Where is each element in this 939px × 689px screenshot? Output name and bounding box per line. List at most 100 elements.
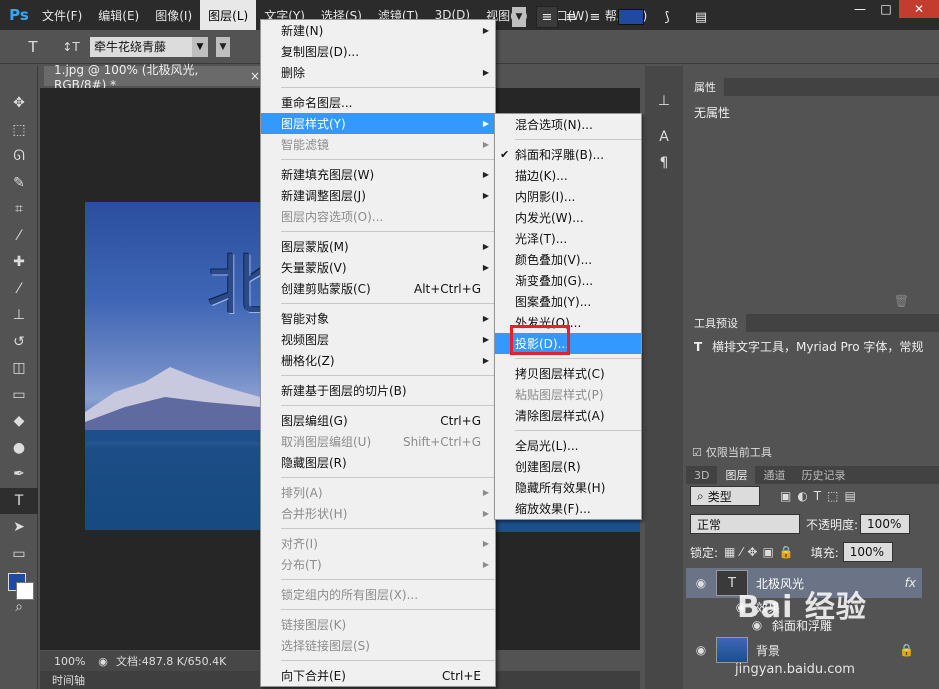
layer-menu-item[interactable]: 新建基于图层的切片(B): [261, 380, 495, 401]
type-tool-icon[interactable]: T: [20, 34, 46, 60]
tab-tool-presets[interactable]: 工具预设: [686, 314, 746, 332]
document-tab[interactable]: 1.jpg @ 100% (北极风光, RGB/8#) * ×: [44, 63, 260, 92]
tab-properties[interactable]: 属性: [686, 78, 724, 96]
shape-tool-icon[interactable]: ▭: [0, 541, 38, 568]
paragraph-icon[interactable]: ¶: [645, 150, 683, 176]
layer-menu-item[interactable]: 矢量蒙版(V) ▶: [261, 257, 495, 278]
layer-menu-item[interactable]: 复制图层(D)...: [261, 41, 495, 62]
layer-menu-item[interactable]: 新建填充图层(W) ▶: [261, 164, 495, 185]
layer-style-menu-item[interactable]: 内阴影(I)...: [495, 186, 641, 207]
move-tool-icon[interactable]: ✥: [0, 90, 38, 117]
status-menu-icon[interactable]: ◉: [90, 655, 116, 668]
layer-style-menu-item[interactable]: 缩放效果(F)...: [495, 498, 641, 519]
layer-style-menu-item[interactable]: ✔ 斜面和浮雕(B)...: [495, 144, 641, 165]
layer-style-menu-item[interactable]: 清除图层样式(A): [495, 405, 641, 426]
tab-channels[interactable]: 通道: [755, 466, 793, 484]
lasso-tool-icon[interactable]: ᘏ: [0, 143, 38, 170]
eye-icon[interactable]: ◉: [686, 576, 716, 590]
layer-menu-item[interactable]: 栅格化(Z) ▶: [261, 350, 495, 371]
layer-menu-item[interactable]: 创建剪贴蒙版(C) Alt+Ctrl+G: [261, 278, 495, 299]
layer-style-menu-item[interactable]: 创建图层(R): [495, 456, 641, 477]
opacity-input[interactable]: 100%: [860, 514, 911, 534]
lock-icons[interactable]: ▦⁄✥▣🔒: [724, 545, 799, 559]
character-icon[interactable]: A: [645, 124, 683, 150]
maximize-button[interactable]: □: [873, 0, 899, 18]
close-icon[interactable]: ×: [250, 69, 260, 83]
layer-style-menu-item[interactable]: 光泽(T)...: [495, 228, 641, 249]
layer-style-menu-item[interactable]: 全局光(L)...: [495, 435, 641, 456]
tab-history[interactable]: 历史记录: [793, 466, 853, 484]
fill-input[interactable]: 100%: [842, 542, 893, 562]
brush-tool-icon[interactable]: ⁄: [0, 276, 38, 303]
layer-menu-item[interactable]: 图层样式(Y) ▶: [261, 113, 495, 134]
text-orientation-icon[interactable]: ↕T: [58, 34, 84, 60]
align-left-button[interactable]: ≡: [536, 6, 558, 28]
layer-style-menu-item[interactable]: 图案叠加(Y)...: [495, 291, 641, 312]
font-style-dropdown[interactable]: ▼: [216, 36, 230, 57]
document-image[interactable]: 北: [85, 202, 260, 530]
layer-style-menu-item[interactable]: 颜色叠加(V)...: [495, 249, 641, 270]
layer-menu-item[interactable]: 删除 ▶: [261, 62, 495, 83]
menu-file[interactable]: 文件(F): [34, 0, 90, 30]
fx-icon[interactable]: fx: [905, 576, 916, 590]
pen-tool-icon[interactable]: ✒: [0, 461, 38, 488]
trash-icon[interactable]: 🗑: [894, 294, 909, 308]
healing-brush-tool-icon[interactable]: ✚: [0, 249, 38, 276]
layer-style-menu-item-label: 拷贝图层样式(C): [515, 367, 605, 381]
path-select-tool-icon[interactable]: ➤: [0, 514, 38, 541]
marquee-tool-icon[interactable]: ⬚: [0, 117, 38, 144]
eyedropper-tool-icon[interactable]: ⁄: [0, 223, 38, 250]
blend-mode-select[interactable]: 正常: [690, 514, 800, 534]
tab-layers[interactable]: 图层: [717, 466, 756, 484]
layer-filter-icons[interactable]: ▣◐T⬚▤: [780, 489, 862, 503]
current-tool-only-checkbox[interactable]: ☑ 仅限当前工具: [692, 444, 772, 460]
layer-style-menu-item[interactable]: 描边(K)...: [495, 165, 641, 186]
stamp-panel-icon[interactable]: ⊥: [645, 88, 683, 114]
clone-stamp-tool-icon[interactable]: ⊥: [0, 302, 38, 329]
menu-image[interactable]: 图像(I): [147, 0, 200, 30]
align-right-button[interactable]: ≡: [584, 6, 606, 28]
layer-style-menu-item-label: 全局光(L)...: [515, 439, 579, 453]
dodge-tool-icon[interactable]: ●: [0, 435, 38, 462]
layer-style-menu-item[interactable]: 内发光(W)...: [495, 207, 641, 228]
tool-preset-item[interactable]: T 横排文字工具，Myriad Pro 字体，常规: [686, 332, 939, 361]
blur-tool-icon[interactable]: ◆: [0, 408, 38, 435]
crop-tool-icon[interactable]: ⌗: [0, 196, 38, 223]
layer-style-menu-item[interactable]: 拷贝图层样式(C): [495, 363, 641, 384]
zoom-level[interactable]: 100%: [40, 655, 90, 668]
font-size-dropdown[interactable]: ▼: [512, 7, 526, 27]
gradient-tool-icon[interactable]: ▭: [0, 382, 38, 409]
tab-3d[interactable]: 3D: [686, 466, 717, 484]
warp-text-icon[interactable]: ⟆: [656, 6, 678, 28]
background-color-swatch[interactable]: [16, 582, 34, 600]
layer-menu-item[interactable]: 新建(N) ▶: [261, 20, 495, 41]
layer-menu-item[interactable]: 图层蒙版(M) ▶: [261, 236, 495, 257]
layer-row-background[interactable]: ◉ 背景 🔒: [686, 636, 922, 664]
layer-menu-item[interactable]: 向下合并(E) Ctrl+E: [261, 665, 495, 686]
menu-layer[interactable]: 图层(L): [200, 0, 257, 30]
document-info: 文档:487.8 K/650.4K: [116, 655, 227, 668]
quick-select-tool-icon[interactable]: ✎: [0, 170, 38, 197]
layer-menu-item[interactable]: 视频图层 ▶: [261, 329, 495, 350]
layer-menu-item[interactable]: 智能对象 ▶: [261, 308, 495, 329]
layer-menu-item[interactable]: 重命名图层...: [261, 92, 495, 113]
layer-style-menu-item[interactable]: 混合选项(N)...: [495, 114, 641, 135]
menu-edit[interactable]: 编辑(E): [90, 0, 147, 30]
align-center-button[interactable]: ≡: [560, 6, 582, 28]
layer-style-menu-item[interactable]: 隐藏所有效果(H): [495, 477, 641, 498]
type-tool-icon[interactable]: T: [0, 487, 38, 514]
layer-filter-select[interactable]: ⌕ 类型: [690, 486, 760, 506]
layer-style-menu-item[interactable]: 渐变叠加(G)...: [495, 270, 641, 291]
close-button[interactable]: ✕: [899, 0, 939, 18]
layer-style-menu-item-label: 描边(K)...: [515, 169, 568, 183]
layer-menu-item[interactable]: 新建调整图层(J) ▶: [261, 185, 495, 206]
layer-menu-item[interactable]: 隐藏图层(R): [261, 452, 495, 473]
history-brush-tool-icon[interactable]: ↺: [0, 329, 38, 356]
minimize-button[interactable]: —: [847, 0, 873, 18]
eraser-tool-icon[interactable]: ◫: [0, 355, 38, 382]
font-family-select[interactable]: 牵牛花绕青藤 ▼: [90, 36, 208, 57]
text-color-swatch[interactable]: [618, 9, 644, 25]
layer-menu-item[interactable]: 图层编组(G) Ctrl+G: [261, 410, 495, 431]
character-panel-icon[interactable]: ▤: [690, 6, 712, 28]
eye-icon[interactable]: ◉: [686, 643, 716, 657]
